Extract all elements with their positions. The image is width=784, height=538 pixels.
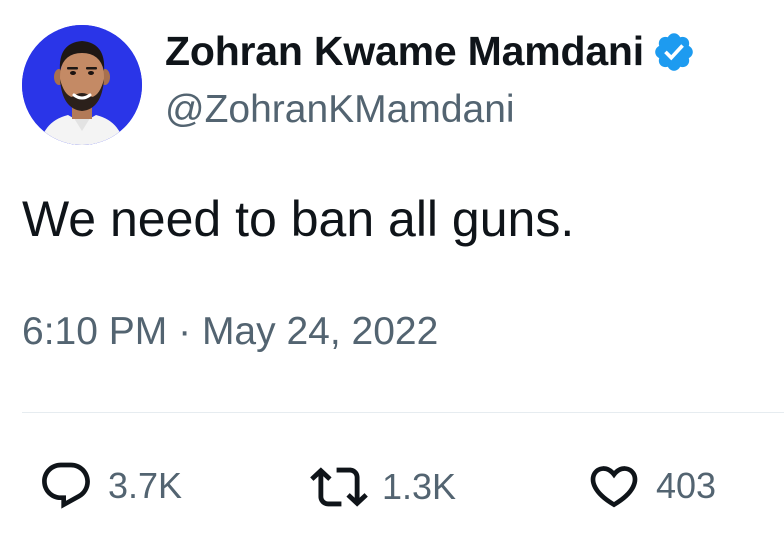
reply-button[interactable]: 3.7K <box>38 458 182 514</box>
like-button[interactable]: 403 <box>586 458 716 514</box>
avatar[interactable] <box>22 25 142 145</box>
tweet-date: May 24, 2022 <box>201 310 439 353</box>
author-row: Zohran Kwame Mamdani <box>165 28 696 75</box>
verified-badge-icon <box>655 32 693 71</box>
retweet-button[interactable]: 1.3K <box>310 458 456 516</box>
tweet-text: We need to ban all guns. <box>22 191 575 247</box>
heart-icon <box>590 466 638 508</box>
divider <box>22 412 784 413</box>
meta-separator: · <box>178 310 192 353</box>
tweet-time: 6:10 PM <box>22 310 168 353</box>
like-count: 403 <box>656 465 717 506</box>
tweet-card: Zohran Kwame Mamdani @ZohranKMamdani We … <box>0 0 784 538</box>
retweet-count: 1.3K <box>382 466 457 507</box>
handle[interactable]: @ZohranKMamdani <box>165 88 515 132</box>
avatar-image <box>22 25 142 145</box>
reply-count: 3.7K <box>108 465 183 506</box>
display-name[interactable]: Zohran Kwame Mamdani <box>165 28 644 75</box>
reply-icon <box>42 462 90 509</box>
timestamp[interactable]: 6:10 PM · May 24, 2022 <box>22 310 438 354</box>
retweet-icon <box>310 467 368 507</box>
